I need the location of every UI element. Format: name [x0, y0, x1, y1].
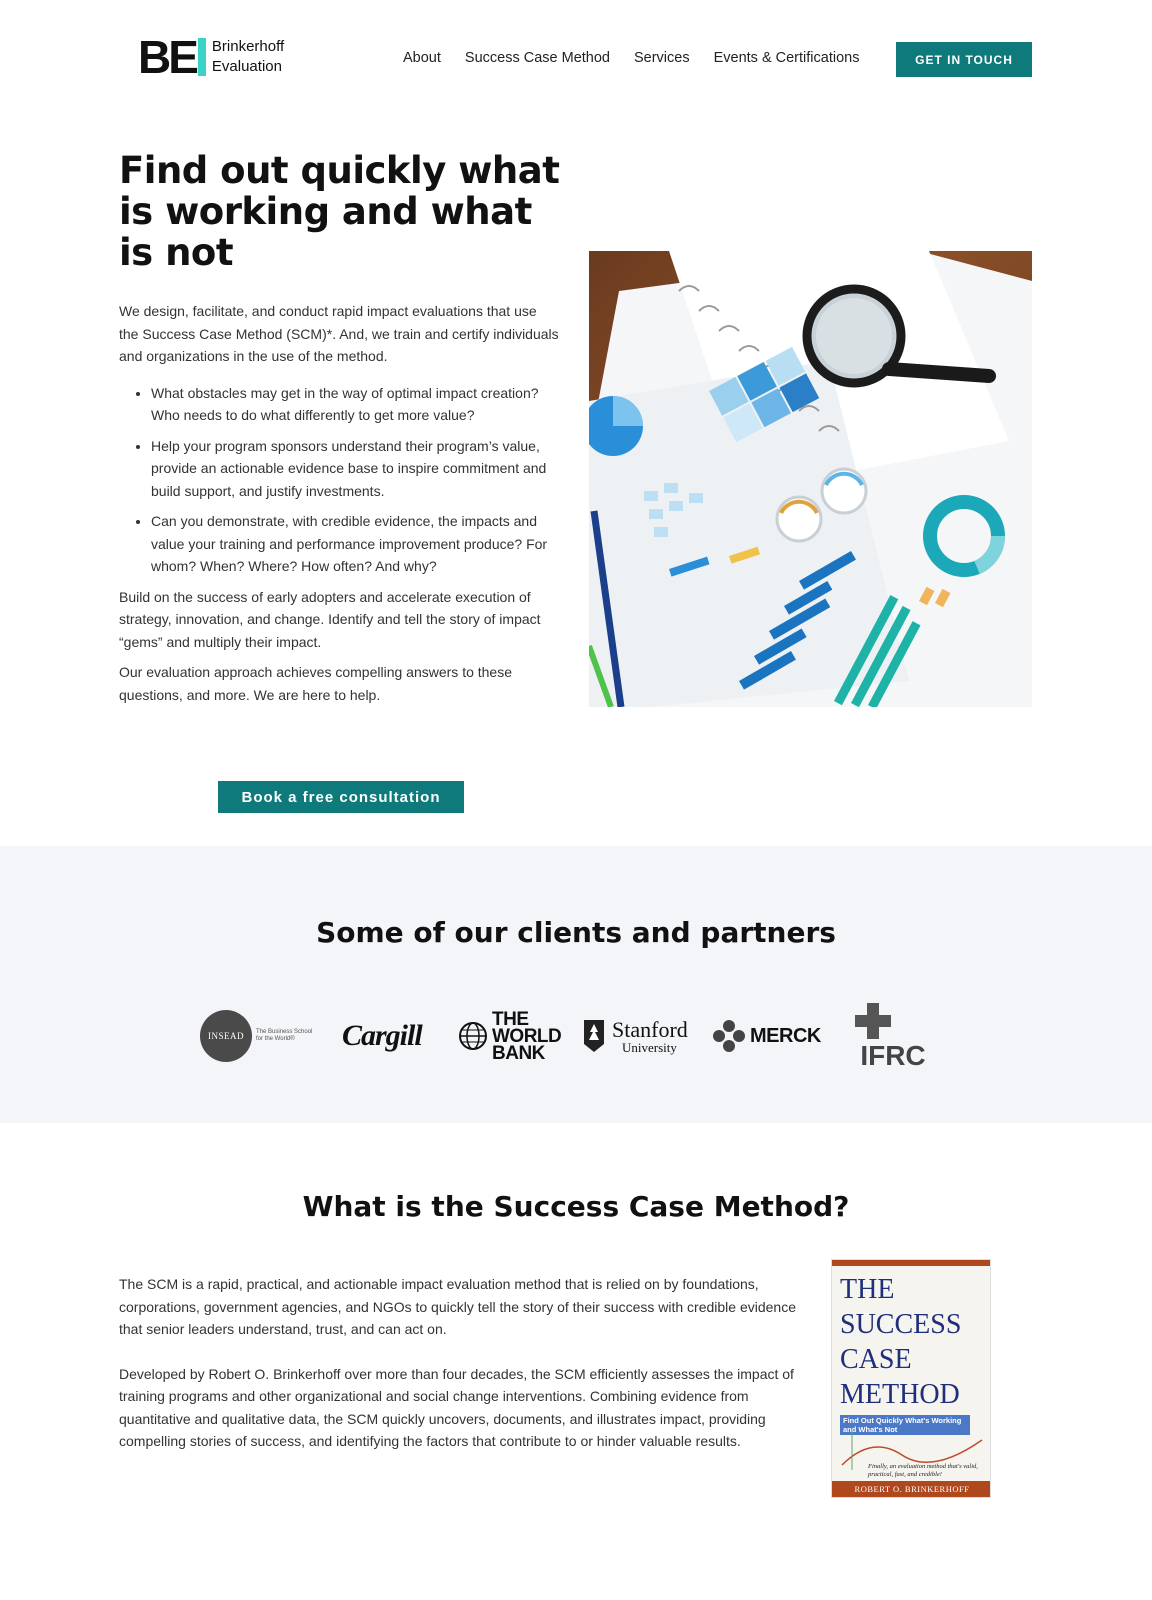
book-title-line: THE: [840, 1274, 895, 1305]
logo-mark: BE: [138, 31, 199, 83]
stanford-name: Stanford: [612, 1016, 688, 1042]
world-bank-wordmark: THE WORLD BANK: [492, 1008, 562, 1064]
logo-accent-bar: [197, 38, 206, 76]
hero-text: We design, facilitate, and conduct rapid…: [119, 300, 559, 720]
cargill-logo: Cargill: [342, 996, 423, 1076]
cargill-wordmark: Cargill: [342, 1019, 423, 1052]
logo-line-2: Evaluation: [211, 58, 282, 75]
book-consultation-button[interactable]: Book a free consultation: [218, 781, 464, 813]
hero-paragraph-3: Our evaluation approach achieves compell…: [119, 664, 513, 703]
stanford-sub: University: [622, 1039, 677, 1055]
nav-services[interactable]: Services: [634, 50, 690, 66]
world-bank-line: BANK: [492, 1042, 545, 1064]
book-title-line: CASE: [840, 1344, 912, 1375]
scm-text: The SCM is a rapid, practical, and actio…: [119, 1273, 809, 1475]
site-logo[interactable]: BE Brinkerhoff Evaluation: [138, 34, 284, 80]
merck-emblem-icon: [713, 1020, 745, 1052]
hero-title: Find out quickly what is working and wha…: [119, 149, 560, 274]
hero-bullet: What obstacles may get in the way of opt…: [151, 382, 559, 427]
hero-bullet-list: What obstacles may get in the way of opt…: [151, 382, 559, 578]
scm-book-cover[interactable]: THE SUCCESS CASE METHOD Find Out Quickly…: [831, 1259, 991, 1498]
hero-image-analytics-desk: [589, 251, 1032, 707]
clients-partners-section: Some of our clients and partners INSEAD …: [0, 846, 1152, 1123]
scm-paragraph-2: Developed by Robert O. Brinkerhoff over …: [119, 1365, 794, 1450]
main-nav: About Success Case Method Services Event…: [403, 50, 859, 66]
logo-line-1: Brinkerhoff: [211, 38, 285, 55]
book-author: ROBERT O. BRINKERHOFF: [832, 1481, 990, 1497]
clients-title: Some of our clients and partners: [316, 916, 836, 949]
insead-tagline: The Business School for the World®: [256, 1029, 313, 1042]
book-title: THE SUCCESS CASE METHOD: [840, 1272, 961, 1412]
world-bank-line: THE: [492, 1008, 529, 1030]
world-bank-logo: THE WORLD BANK: [458, 996, 562, 1076]
scm-section-title: What is the Success Case Method?: [302, 1190, 850, 1223]
scm-paragraph-1: The SCM is a rapid, practical, and actio…: [119, 1276, 796, 1337]
hero-illustration: [589, 251, 1032, 707]
get-in-touch-button[interactable]: GET IN TOUCH: [896, 42, 1032, 77]
logo-wordmark: Brinkerhoff Evaluation: [212, 37, 284, 77]
stanford-logo: Stanford University: [582, 996, 688, 1076]
nav-success-case-method[interactable]: Success Case Method: [465, 50, 610, 66]
insead-logo: INSEAD The Business School for the World…: [200, 996, 318, 1076]
world-bank-line: WORLD: [492, 1025, 562, 1047]
site-header: BE Brinkerhoff Evaluation About Success …: [0, 0, 1152, 120]
book-title-line: SUCCESS: [840, 1309, 962, 1340]
merck-wordmark: MERCK: [750, 1024, 821, 1047]
hero-intro: We design, facilitate, and conduct rapid…: [119, 303, 559, 364]
hero-bullet: Help your program sponsors understand th…: [151, 435, 559, 503]
globe-icon: [459, 1022, 487, 1050]
client-logo-row: INSEAD The Business School for the World…: [0, 996, 1152, 1076]
ifrc-wordmark: IFRC: [860, 1040, 926, 1071]
nav-events-certifications[interactable]: Events & Certifications: [714, 50, 860, 66]
book-top-band: [832, 1260, 990, 1266]
nav-about[interactable]: About: [403, 50, 441, 66]
hero-paragraph-2: Build on the success of early adopters a…: [119, 588, 541, 650]
stanford-wordmark: Stanford University: [612, 1016, 688, 1055]
ifrc-logo: IFRC: [853, 996, 933, 1076]
book-tagline: Finally, an evaluation method that's val…: [868, 1463, 978, 1478]
hero-bullet: Can you demonstrate, with credible evide…: [151, 510, 559, 578]
insead-badge: INSEAD: [200, 1010, 252, 1062]
book-title-line: METHOD: [840, 1379, 960, 1410]
stanford-tree-icon: [584, 1020, 604, 1052]
cross-crescent-icon: [855, 1003, 921, 1039]
merck-logo: MERCK: [713, 996, 821, 1076]
